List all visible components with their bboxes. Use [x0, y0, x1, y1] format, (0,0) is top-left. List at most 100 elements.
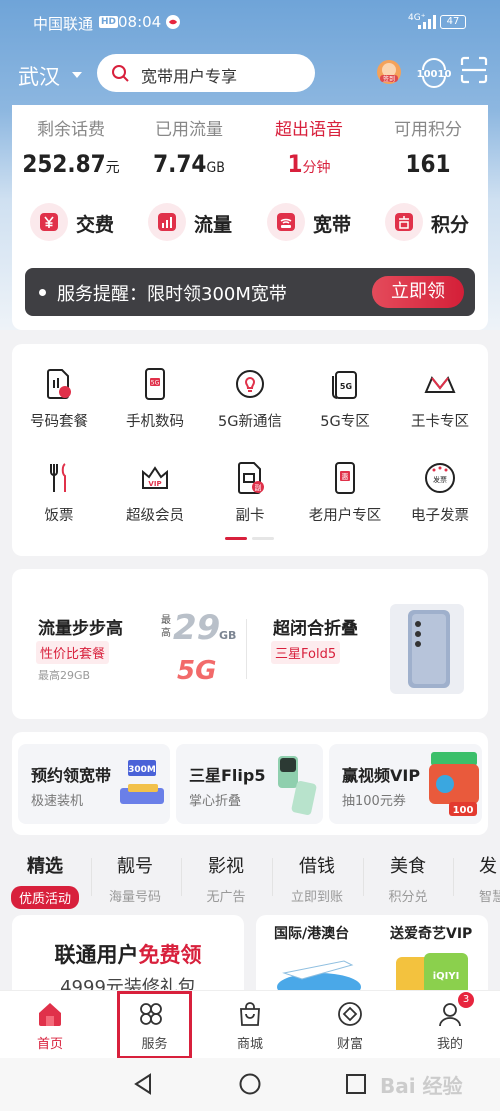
points-icon — [395, 213, 413, 231]
iqiyi-art: iQIYI — [396, 953, 468, 995]
nav-label: 服务 — [141, 1037, 168, 1052]
service-label: 饭票 — [44, 508, 74, 524]
service-e-invoice[interactable]: 发票 电子发票 — [392, 460, 488, 525]
service-notice-banner[interactable]: 服务提醒：限时领300M宽带 立即领 — [25, 268, 475, 316]
service-meal-voucher[interactable]: 饭票 — [11, 460, 107, 525]
promo-tag: 性价比套餐 — [36, 641, 110, 664]
claim-now-button[interactable]: 立即领 — [372, 276, 464, 308]
search-input[interactable]: 宽带用户专享 — [97, 54, 315, 92]
tab-sub: 海量号码 — [108, 890, 161, 905]
yen-icon — [40, 213, 58, 231]
tab-food[interactable]: 美食 积分兑 — [363, 852, 453, 905]
flip-phone-image — [278, 756, 317, 815]
invoice-icon: 发票 — [425, 463, 455, 493]
service-label: 老用户专区 — [308, 508, 382, 524]
promo-card: 流量步步高 性价比套餐 最高29GB 最 高 29 GB 5G 超闭合折叠 三星… — [12, 569, 488, 719]
service-king-card[interactable]: 王卡专区 — [392, 366, 488, 431]
tab-title: 美食 — [390, 856, 426, 877]
unicom-10010-button[interactable]: 10010 — [417, 56, 451, 88]
nav-services[interactable]: 服务 — [117, 991, 192, 1059]
notification-badge: 3 — [458, 992, 474, 1008]
svg-text:5G: 5G — [151, 380, 160, 387]
feature-title-red: 免费领 — [138, 943, 202, 967]
feature-card-roaming[interactable]: 国际/港澳台 送爱奇艺VIP iQIYI — [256, 915, 488, 995]
quick-pay-button[interactable]: 交费 — [30, 203, 130, 245]
service-old-user-zone[interactable]: 惠 老用户专区 — [297, 460, 393, 525]
service-grid-card: 号码套餐 5G 手机数码 5G新通信 5G 5G专区 王卡专区 饭票 VIP 超… — [12, 344, 488, 556]
quick-action-label: 流量 — [194, 214, 233, 236]
bullet-dot — [39, 289, 46, 296]
feature-left-title: 国际/港澳台 — [274, 926, 350, 942]
tab-title: 影视 — [208, 856, 244, 877]
feature-title-black: 联通用户 — [54, 943, 139, 967]
tab-more[interactable]: 发 智慧 — [453, 852, 500, 905]
tab-pretty-number[interactable]: 靓号 海量号码 — [90, 852, 180, 905]
search-placeholder: 宽带用户专享 — [141, 67, 238, 86]
nav-me[interactable]: 3 我的 — [400, 991, 500, 1059]
mini-promo-broadband[interactable]: 预约领宽带 极速装机 300M — [18, 744, 170, 824]
quick-points-button[interactable]: 积分 — [385, 203, 485, 245]
service-sub-card[interactable]: 副 副卡 — [202, 460, 298, 525]
svg-text:高: 高 — [161, 626, 171, 639]
china-unicom-logo-icon — [166, 15, 180, 29]
nav-mall[interactable]: 商城 — [200, 991, 300, 1059]
stat-value: 161 — [405, 150, 451, 178]
svg-text:iQIYI: iQIYI — [433, 971, 460, 982]
stat-value: 1 — [287, 150, 303, 178]
foldable-phone-image — [390, 604, 464, 694]
tab-sub: 优质活动 — [10, 886, 79, 909]
tab-sub: 积分兑 — [388, 890, 428, 905]
stat-balance[interactable]: 剩余话费 252.87元 — [12, 115, 130, 178]
airplane-art — [277, 960, 361, 995]
promo-data-plan[interactable]: 流量步步高 性价比套餐 最高29GB 最 高 29 GB 5G — [12, 569, 246, 719]
carrier-name: 中国联通 — [33, 15, 94, 33]
svg-text:5G: 5G — [177, 656, 216, 686]
service-5g-messaging[interactable]: 5G新通信 — [202, 366, 298, 431]
promo-title: 超闭合折叠 — [273, 619, 358, 639]
nav-home[interactable]: 首页 — [0, 991, 100, 1059]
tab-loans[interactable]: 借钱 立即到账 — [272, 852, 362, 905]
checkin-button[interactable]: 签到 — [373, 56, 405, 88]
mini-promo-flip5[interactable]: 三星Flip5 掌心折叠 — [176, 744, 323, 824]
back-icon[interactable] — [132, 1073, 154, 1095]
service-super-member[interactable]: VIP 超级会员 — [107, 460, 203, 525]
mini-title: 预约领宽带 — [31, 766, 112, 785]
tab-movies[interactable]: 影视 无广告 — [181, 852, 271, 905]
promo-fold5[interactable]: 超闭合折叠 三星Fold5 — [247, 569, 488, 719]
svg-text:签到: 签到 — [383, 75, 395, 83]
quick-data-button[interactable]: 流量 — [148, 203, 248, 245]
city-selector[interactable]: 武汉 — [18, 61, 60, 91]
quick-action-label: 交费 — [76, 214, 115, 236]
broadband-router-art: 300M — [120, 760, 164, 804]
scan-icon — [460, 56, 488, 84]
bottom-nav: 首页 服务 商城 财富 3 我的 — [0, 990, 500, 1059]
service-5g-zone[interactable]: 5G 5G专区 — [297, 366, 393, 431]
recents-icon[interactable] — [345, 1073, 367, 1095]
service-number-plan[interactable]: 号码套餐 — [11, 366, 107, 431]
nav-wealth[interactable]: 财富 — [300, 991, 400, 1059]
search-icon — [112, 65, 129, 82]
mini-promo-video-vip[interactable]: 赢视频VIP 抽100元券 100 — [329, 744, 482, 824]
mini-sub: 掌心折叠 — [189, 794, 242, 809]
grid-icon — [140, 1003, 162, 1025]
tab-featured[interactable]: 精选 优质活动 — [0, 852, 90, 909]
service-label: 副卡 — [235, 508, 265, 524]
feature-card-free-gift[interactable]: 联通用户免费领 4999元装修礼包 — [12, 915, 244, 995]
svg-text:VIP: VIP — [148, 480, 161, 488]
stat-points[interactable]: 可用积分 161 — [369, 115, 487, 178]
stat-data-used[interactable]: 已用流量 7.74GB — [130, 115, 248, 178]
scan-button[interactable] — [460, 56, 492, 88]
notice-text: 服务提醒：限时领300M宽带 — [57, 284, 287, 305]
quick-broadband-button[interactable]: 宽带 — [267, 203, 367, 245]
service-phones[interactable]: 5G 手机数码 — [107, 366, 203, 431]
tab-title: 发 — [479, 856, 497, 877]
svg-text:发票: 发票 — [433, 475, 447, 484]
feature-right-title: 送爱奇艺VIP — [390, 926, 473, 942]
service-label: 手机数码 — [126, 414, 184, 430]
home-circle-icon[interactable] — [239, 1073, 261, 1095]
stat-value: 252.87 — [22, 150, 106, 178]
sim-card-icon: 副 — [238, 462, 264, 494]
promo-tag: 三星Fold5 — [271, 641, 341, 664]
stat-label: 剩余话费 — [37, 120, 105, 140]
stat-voice-over[interactable]: 超出语音 1分钟 — [250, 115, 368, 178]
